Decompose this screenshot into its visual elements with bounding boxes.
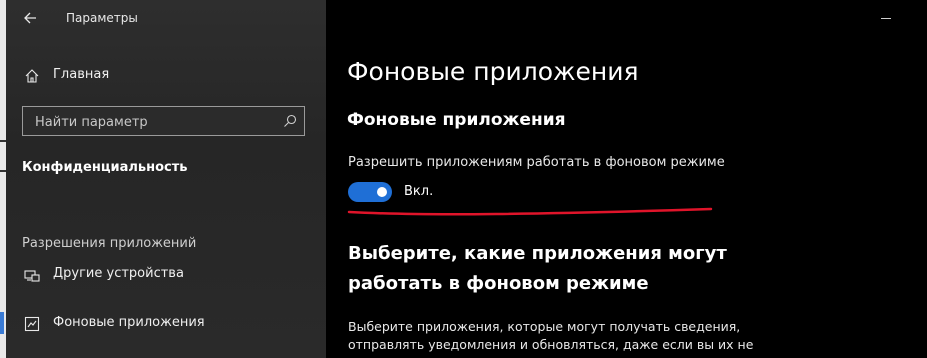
apps-list-heading: Выберите, какие приложения могут работат… — [348, 243, 727, 294]
red-annotation-underline — [347, 207, 713, 216]
background-apps-toggle[interactable] — [348, 182, 392, 202]
section-title: Конфиденциальность — [22, 160, 188, 175]
background-apps-icon — [24, 316, 40, 332]
toggle-description: Разрешить приложениям работать в фоновом… — [348, 155, 725, 170]
back-button[interactable] — [16, 6, 46, 30]
devices-icon — [24, 270, 40, 282]
app-title: Параметры — [66, 11, 138, 25]
title-bar: Параметры — [6, 0, 326, 36]
toggle-state-label: Вкл. — [404, 184, 434, 199]
minimize-button[interactable] — [877, 10, 895, 28]
sidebar-item-label: Другие устройства — [53, 266, 184, 281]
sidebar-item-other-devices[interactable]: Другие устройства — [6, 261, 326, 289]
home-icon — [25, 69, 39, 83]
toggle-knob — [377, 187, 387, 197]
sidebar: Параметры Главная Конфиденциальность Раз… — [6, 0, 326, 358]
main-content: Фоновые приложения Фоновые приложения Ра… — [326, 0, 927, 358]
sidebar-item-background-apps[interactable]: Фоновые приложения — [6, 310, 326, 338]
nav-home-label: Главная — [53, 67, 110, 82]
apps-list-description: Выберите приложения, которые могут получ… — [348, 319, 754, 352]
group-label: Разрешения приложений — [22, 236, 197, 251]
sidebar-item-label: Фоновые приложения — [53, 315, 205, 330]
search-box[interactable] — [22, 106, 305, 136]
page-title: Фоновые приложения — [347, 57, 639, 86]
section-subtitle: Фоновые приложения — [347, 110, 566, 130]
search-icon[interactable] — [282, 113, 298, 129]
search-input[interactable] — [33, 112, 277, 132]
nav-home[interactable]: Главная — [6, 62, 326, 90]
back-arrow-icon — [24, 12, 36, 24]
background-window-accent — [0, 312, 4, 334]
